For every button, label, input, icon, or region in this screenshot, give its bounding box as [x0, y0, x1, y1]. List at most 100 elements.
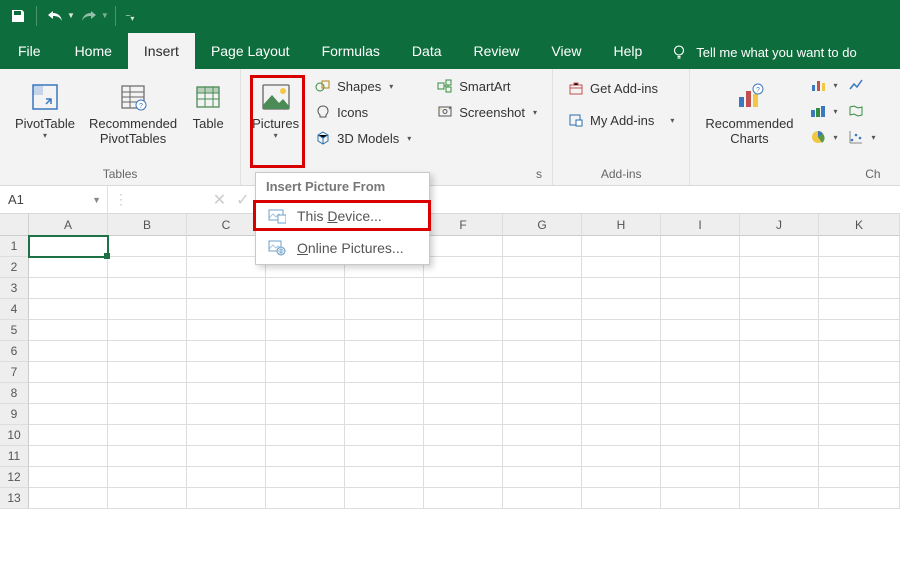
- cell[interactable]: [345, 488, 424, 509]
- cell[interactable]: [661, 341, 740, 362]
- cell[interactable]: [108, 236, 187, 257]
- row-header[interactable]: 9: [0, 404, 29, 425]
- row-header[interactable]: 11: [0, 446, 29, 467]
- cell[interactable]: [345, 278, 424, 299]
- cell[interactable]: [740, 257, 819, 278]
- cell[interactable]: [266, 404, 345, 425]
- cell[interactable]: [740, 320, 819, 341]
- cancel-formula-button[interactable]: ✕: [213, 190, 226, 210]
- cell[interactable]: [740, 299, 819, 320]
- cell[interactable]: [661, 236, 740, 257]
- cell[interactable]: [424, 236, 503, 257]
- cell[interactable]: [503, 236, 582, 257]
- row-header[interactable]: 8: [0, 383, 29, 404]
- cell[interactable]: [661, 383, 740, 404]
- cell[interactable]: [661, 320, 740, 341]
- cell[interactable]: [29, 320, 108, 341]
- cell[interactable]: [424, 320, 503, 341]
- cell[interactable]: [819, 299, 900, 320]
- cell[interactable]: [661, 488, 740, 509]
- cell[interactable]: [582, 488, 661, 509]
- column-header[interactable]: A: [29, 214, 108, 236]
- customize-qat-caret[interactable]: ▾: [130, 14, 134, 23]
- cell[interactable]: [503, 278, 582, 299]
- cell[interactable]: [108, 362, 187, 383]
- cell[interactable]: [503, 341, 582, 362]
- menu-this-device[interactable]: This Device...: [256, 200, 429, 232]
- cell[interactable]: [29, 278, 108, 299]
- pivot-table-button[interactable]: PivotTable ▾: [8, 73, 82, 143]
- tab-help[interactable]: Help: [598, 33, 659, 69]
- row-header[interactable]: 1: [0, 236, 29, 257]
- get-addins-button[interactable]: Get Add-ins: [561, 77, 681, 99]
- cell[interactable]: [108, 404, 187, 425]
- cell[interactable]: [582, 383, 661, 404]
- recommended-charts-button[interactable]: ? Recommended Charts: [698, 73, 800, 149]
- cell[interactable]: [740, 446, 819, 467]
- cell[interactable]: [503, 467, 582, 488]
- cell[interactable]: [266, 425, 345, 446]
- cell[interactable]: [503, 362, 582, 383]
- column-header[interactable]: G: [503, 214, 582, 236]
- undo-button[interactable]: [43, 4, 67, 28]
- name-box[interactable]: A1 ▼: [0, 186, 108, 213]
- cell[interactable]: [345, 320, 424, 341]
- cell[interactable]: [29, 404, 108, 425]
- cell[interactable]: [345, 299, 424, 320]
- shapes-button[interactable]: Shapes▾: [308, 75, 418, 97]
- cell[interactable]: [740, 383, 819, 404]
- chevron-down-icon[interactable]: ▼: [92, 195, 101, 205]
- tab-view[interactable]: View: [535, 33, 597, 69]
- cell[interactable]: [661, 425, 740, 446]
- cell[interactable]: [266, 320, 345, 341]
- cell[interactable]: [424, 488, 503, 509]
- cell[interactable]: [740, 488, 819, 509]
- cell[interactable]: [582, 404, 661, 425]
- cell[interactable]: [108, 383, 187, 404]
- tab-review[interactable]: Review: [458, 33, 536, 69]
- cell[interactable]: [503, 257, 582, 278]
- cell[interactable]: [29, 488, 108, 509]
- cell[interactable]: [661, 467, 740, 488]
- cell[interactable]: [661, 257, 740, 278]
- cell[interactable]: [503, 383, 582, 404]
- cell[interactable]: [740, 404, 819, 425]
- row-header[interactable]: 13: [0, 488, 29, 509]
- cell[interactable]: [819, 425, 900, 446]
- cell[interactable]: [108, 467, 187, 488]
- spreadsheet-grid[interactable]: 12345678910111213 ABCDEFGHIJK: [0, 214, 900, 509]
- 3d-models-button[interactable]: 3D Models▾: [308, 127, 418, 149]
- row-header[interactable]: 12: [0, 467, 29, 488]
- cell[interactable]: [740, 341, 819, 362]
- cell[interactable]: [582, 362, 661, 383]
- cell[interactable]: [661, 278, 740, 299]
- cell[interactable]: [345, 383, 424, 404]
- cell[interactable]: [345, 404, 424, 425]
- tab-insert[interactable]: Insert: [128, 33, 195, 69]
- cell[interactable]: [108, 320, 187, 341]
- column-header[interactable]: I: [661, 214, 740, 236]
- cell[interactable]: [582, 299, 661, 320]
- cell[interactable]: [819, 488, 900, 509]
- cell[interactable]: [29, 446, 108, 467]
- cell[interactable]: [108, 299, 187, 320]
- row-header[interactable]: 3: [0, 278, 29, 299]
- cell[interactable]: [424, 278, 503, 299]
- cell[interactable]: [582, 320, 661, 341]
- cell[interactable]: [266, 278, 345, 299]
- tab-home[interactable]: Home: [59, 33, 128, 69]
- cell[interactable]: [740, 278, 819, 299]
- cell[interactable]: [424, 425, 503, 446]
- cell[interactable]: [345, 446, 424, 467]
- cell[interactable]: [108, 425, 187, 446]
- cell[interactable]: [503, 425, 582, 446]
- chart-map-button[interactable]: [843, 101, 881, 121]
- cell[interactable]: [424, 341, 503, 362]
- cell[interactable]: [424, 383, 503, 404]
- cell[interactable]: [819, 236, 900, 257]
- cell[interactable]: [503, 446, 582, 467]
- redo-button[interactable]: [77, 4, 101, 28]
- cell[interactable]: [187, 320, 266, 341]
- chart-column-button[interactable]: ▾: [805, 75, 843, 95]
- cell[interactable]: [187, 425, 266, 446]
